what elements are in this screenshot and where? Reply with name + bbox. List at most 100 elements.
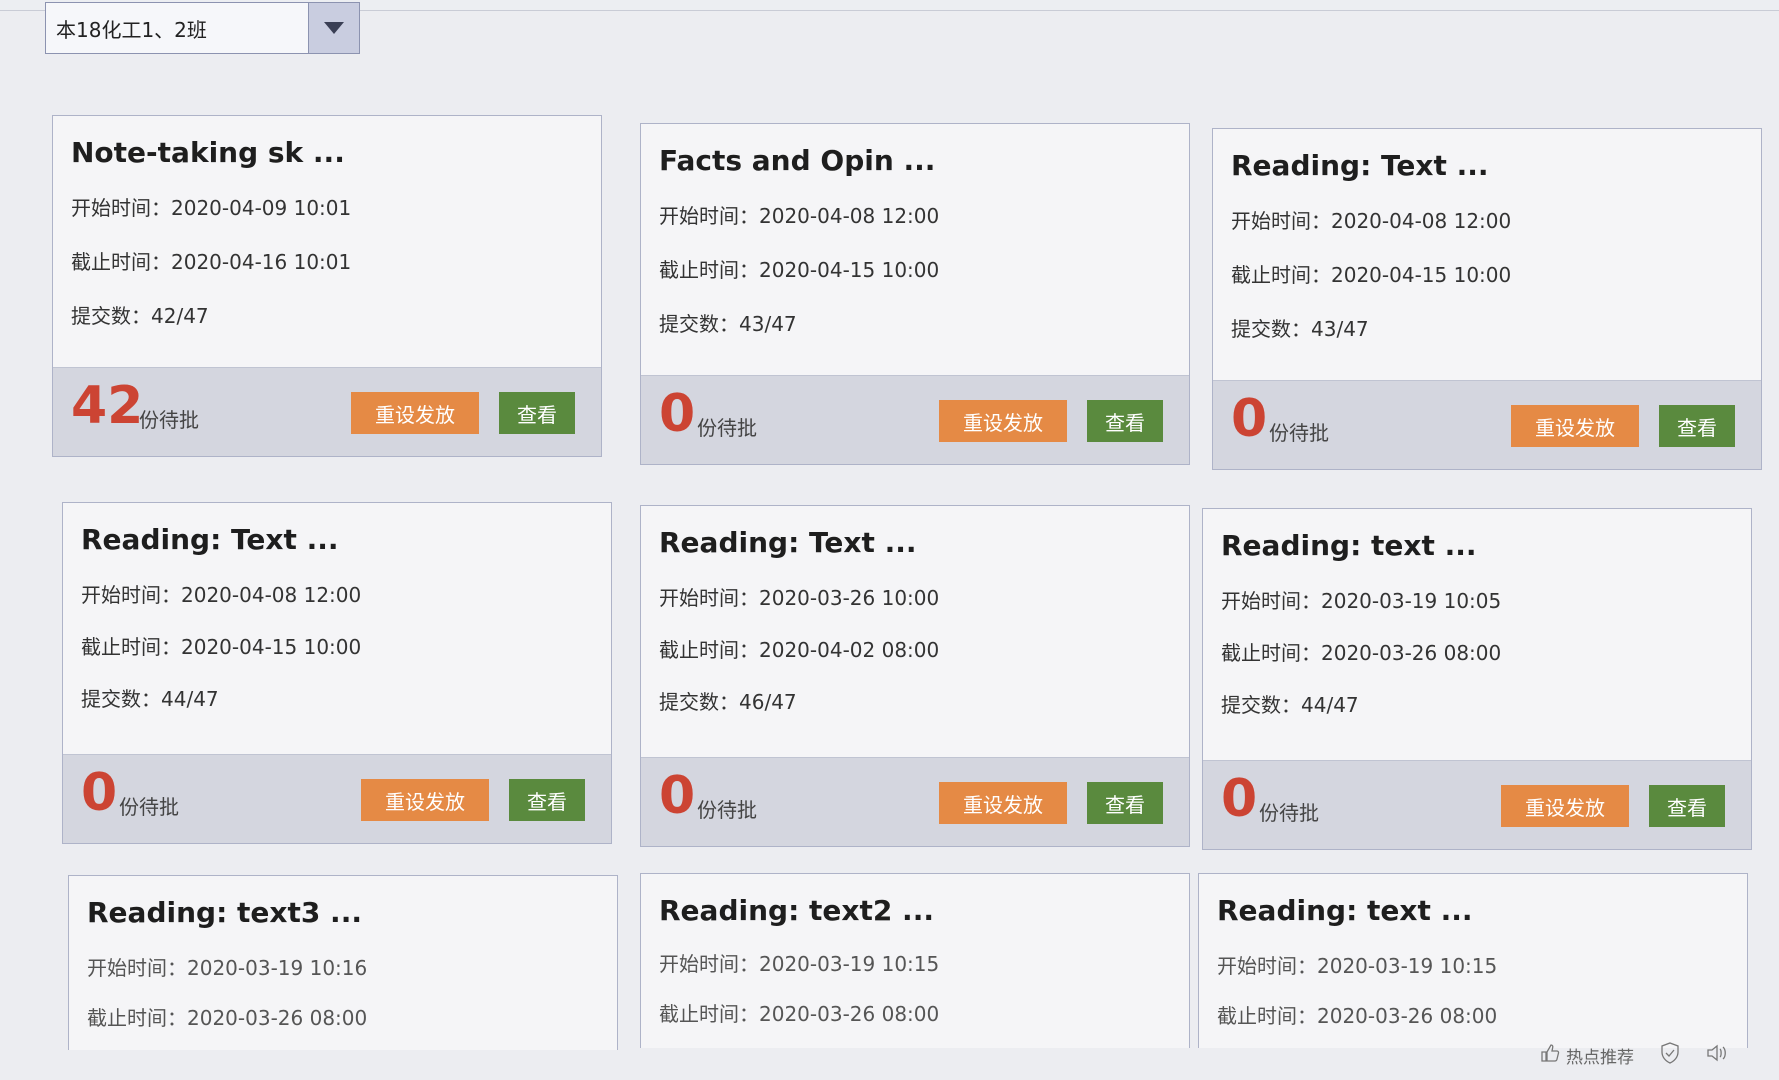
reset-button[interactable]: 重设发放 (351, 392, 479, 434)
start-label: 开始时间： (1231, 209, 1331, 233)
start-value: 2020-04-08 12:00 (759, 204, 940, 228)
end-time: 截止时间：2020-04-02 08:00 (659, 634, 939, 663)
reset-button[interactable]: 重设发放 (939, 400, 1067, 442)
pending-label: 份待批 (1269, 421, 1329, 445)
end-value: 2020-04-15 10:00 (759, 258, 940, 282)
start-value: 2020-03-19 10:16 (187, 956, 368, 980)
assignment-card: Reading: text ... 开始时间：2020-03-19 10:15 … (1198, 873, 1748, 1048)
end-label: 截止时间： (1231, 263, 1331, 287)
class-select[interactable]: 本18化工1、2班 (45, 2, 360, 54)
submitted-label: 提交数： (1221, 693, 1301, 717)
assignment-card: Reading: text3 ... 开始时间：2020-03-19 10:16… (68, 875, 618, 1050)
end-time: 截止时间：2020-03-26 08:00 (1217, 1000, 1497, 1029)
start-value: 2020-03-19 10:15 (1317, 954, 1498, 978)
end-time: 截止时间：2020-03-26 08:00 (1221, 637, 1501, 666)
view-button[interactable]: 查看 (1649, 785, 1725, 827)
end-value: 2020-04-15 10:00 (1331, 263, 1512, 287)
end-time: 截止时间：2020-04-15 10:00 (81, 631, 361, 660)
end-value: 2020-04-16 10:01 (171, 250, 352, 274)
end-label: 截止时间： (71, 250, 171, 274)
end-label: 截止时间： (659, 1002, 759, 1026)
end-value: 2020-03-26 08:00 (1321, 641, 1502, 665)
assignment-card: Note-taking sk ... 开始时间：2020-04-09 10:01… (52, 115, 602, 457)
card-title: Reading: Text ... (659, 526, 917, 559)
submitted-count: 提交数：42/47 (71, 300, 209, 329)
class-select-value: 本18化工1、2班 (56, 17, 207, 42)
submitted-label: 提交数： (1231, 317, 1311, 341)
card-footer: 0 份待批 重设发放 查看 (63, 754, 611, 843)
assignment-card: Reading: text2 ... 开始时间：2020-03-19 10:15… (640, 873, 1190, 1048)
shield-icon[interactable] (1660, 1042, 1680, 1069)
assignment-card: Reading: Text ... 开始时间：2020-04-08 12:00 … (1212, 128, 1762, 470)
card-title: Reading: Text ... (1231, 149, 1489, 182)
submitted-label: 提交数： (81, 687, 161, 711)
end-value: 2020-03-26 08:00 (187, 1006, 368, 1030)
reset-button[interactable]: 重设发放 (1501, 785, 1629, 827)
submitted-value: 43/47 (739, 312, 797, 336)
view-button[interactable]: 查看 (509, 779, 585, 821)
card-title: Facts and Opin ... (659, 144, 936, 177)
pending-label: 份待批 (697, 798, 757, 822)
pending-count: 0 (659, 766, 696, 826)
statusbar: 热点推荐 (1540, 1042, 1728, 1069)
view-button[interactable]: 查看 (1087, 400, 1163, 442)
submitted-count: 提交数：44/47 (1221, 689, 1359, 718)
start-value: 2020-04-08 12:00 (181, 583, 362, 607)
submitted-value: 43/47 (1311, 317, 1369, 341)
start-value: 2020-03-26 10:00 (759, 586, 940, 610)
start-label: 开始时间： (1217, 954, 1317, 978)
start-time: 开始时间：2020-03-19 10:15 (1217, 950, 1497, 979)
card-title: Reading: text ... (1221, 529, 1477, 562)
start-value: 2020-03-19 10:05 (1321, 589, 1502, 613)
pending-count: 0 (81, 763, 118, 823)
view-button[interactable]: 查看 (1659, 405, 1735, 447)
card-title: Reading: text2 ... (659, 894, 934, 927)
submitted-count: 提交数：44/47 (81, 683, 219, 712)
hot-recommend-label: 热点推荐 (1566, 1048, 1634, 1068)
submitted-label: 提交数： (659, 690, 739, 714)
hot-recommend[interactable]: 热点推荐 (1540, 1043, 1634, 1068)
start-label: 开始时间： (1221, 589, 1321, 613)
reset-button[interactable]: 重设发放 (939, 782, 1067, 824)
end-label: 截止时间： (659, 258, 759, 282)
start-label: 开始时间： (87, 956, 187, 980)
start-time: 开始时间：2020-04-08 12:00 (659, 200, 939, 229)
start-time: 开始时间：2020-04-08 12:00 (1231, 205, 1511, 234)
end-label: 截止时间： (1221, 641, 1321, 665)
thumb-icon (1540, 1043, 1560, 1068)
pending-label: 份待批 (1259, 801, 1319, 825)
start-time: 开始时间：2020-03-19 10:16 (87, 952, 367, 981)
start-label: 开始时间： (659, 952, 759, 976)
card-title: Reading: text ... (1217, 894, 1473, 927)
card-title: Reading: Text ... (81, 523, 339, 556)
start-label: 开始时间： (81, 583, 181, 607)
caret-down-icon[interactable] (308, 3, 359, 53)
view-button[interactable]: 查看 (499, 392, 575, 434)
submitted-count: 提交数：43/47 (659, 308, 797, 337)
speaker-icon[interactable] (1706, 1043, 1728, 1068)
submitted-label: 提交数： (659, 312, 739, 336)
end-label: 截止时间： (1217, 1004, 1317, 1028)
reset-button[interactable]: 重设发放 (361, 779, 489, 821)
submitted-value: 42/47 (151, 304, 209, 328)
submitted-value: 44/47 (1301, 693, 1359, 717)
reset-button[interactable]: 重设发放 (1511, 405, 1639, 447)
start-label: 开始时间： (659, 586, 759, 610)
start-time: 开始时间：2020-03-19 10:15 (659, 948, 939, 977)
card-footer: 0 份待批 重设发放 查看 (641, 375, 1189, 464)
start-value: 2020-04-09 10:01 (171, 196, 352, 220)
end-label: 截止时间： (87, 1006, 187, 1030)
start-time: 开始时间：2020-03-19 10:05 (1221, 585, 1501, 614)
card-title: Reading: text3 ... (87, 896, 362, 929)
card-footer: 42 份待批 重设发放 查看 (53, 367, 601, 456)
end-value: 2020-03-26 08:00 (759, 1002, 940, 1026)
start-time: 开始时间：2020-04-08 12:00 (81, 579, 361, 608)
view-button[interactable]: 查看 (1087, 782, 1163, 824)
pending-label: 份待批 (139, 408, 199, 432)
end-time: 截止时间：2020-03-26 08:00 (87, 1002, 367, 1031)
assignment-card: Reading: Text ... 开始时间：2020-04-08 12:00 … (62, 502, 612, 844)
pending-count: 0 (1231, 389, 1268, 449)
end-label: 截止时间： (659, 638, 759, 662)
start-label: 开始时间： (659, 204, 759, 228)
submitted-value: 44/47 (161, 687, 219, 711)
